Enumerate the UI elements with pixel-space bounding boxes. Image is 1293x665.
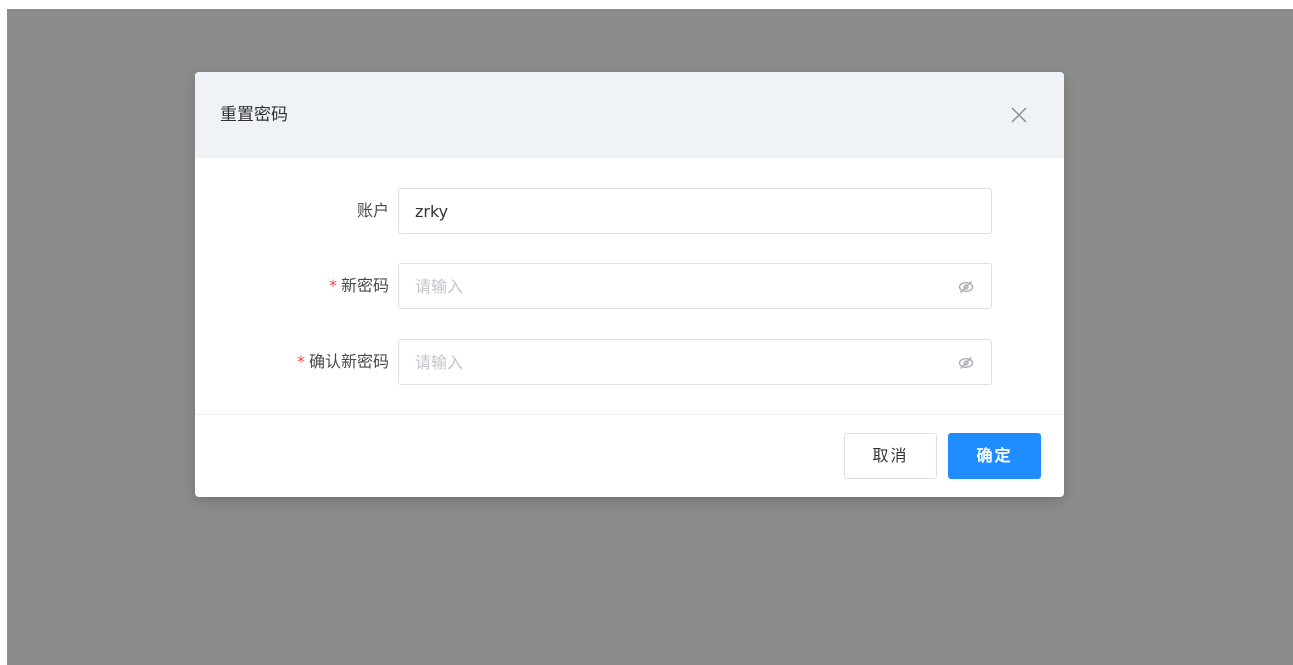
account-label: 账户 <box>357 200 389 222</box>
new-password-label-text: 新密码 <box>340 276 389 295</box>
cancel-button[interactable]: 取消 <box>844 433 937 479</box>
required-mark: * <box>296 352 305 371</box>
eye-hidden-icon[interactable] <box>957 278 975 296</box>
reset-password-dialog: 重置密码 账户 *新密码 <box>195 72 1064 497</box>
account-field[interactable] <box>398 188 992 234</box>
confirm-password-label: * 确认新密码 <box>297 351 389 373</box>
confirm-password-input[interactable] <box>415 340 945 384</box>
close-icon[interactable] <box>1007 103 1031 127</box>
form-row-account: 账户 <box>195 188 1064 234</box>
new-password-label: * 新密码 <box>329 275 389 297</box>
dialog-header: 重置密码 <box>195 72 1064 158</box>
confirm-password-label-text: 确认新密码 <box>308 352 389 371</box>
account-input[interactable] <box>415 189 945 233</box>
account-label-text: 账户 <box>356 201 389 220</box>
confirm-button[interactable]: 确定 <box>948 433 1041 479</box>
eye-hidden-icon[interactable] <box>957 354 975 372</box>
footer-divider <box>195 414 1064 415</box>
dialog-title: 重置密码 <box>220 105 288 125</box>
form-row-confirm-password: * 确认新密码 <box>195 339 1064 385</box>
confirm-password-field[interactable] <box>398 339 992 385</box>
required-mark: * <box>328 276 337 295</box>
new-password-input[interactable] <box>415 264 945 308</box>
new-password-field[interactable] <box>398 263 992 309</box>
form-row-new-password: * 新密码 <box>195 263 1064 309</box>
